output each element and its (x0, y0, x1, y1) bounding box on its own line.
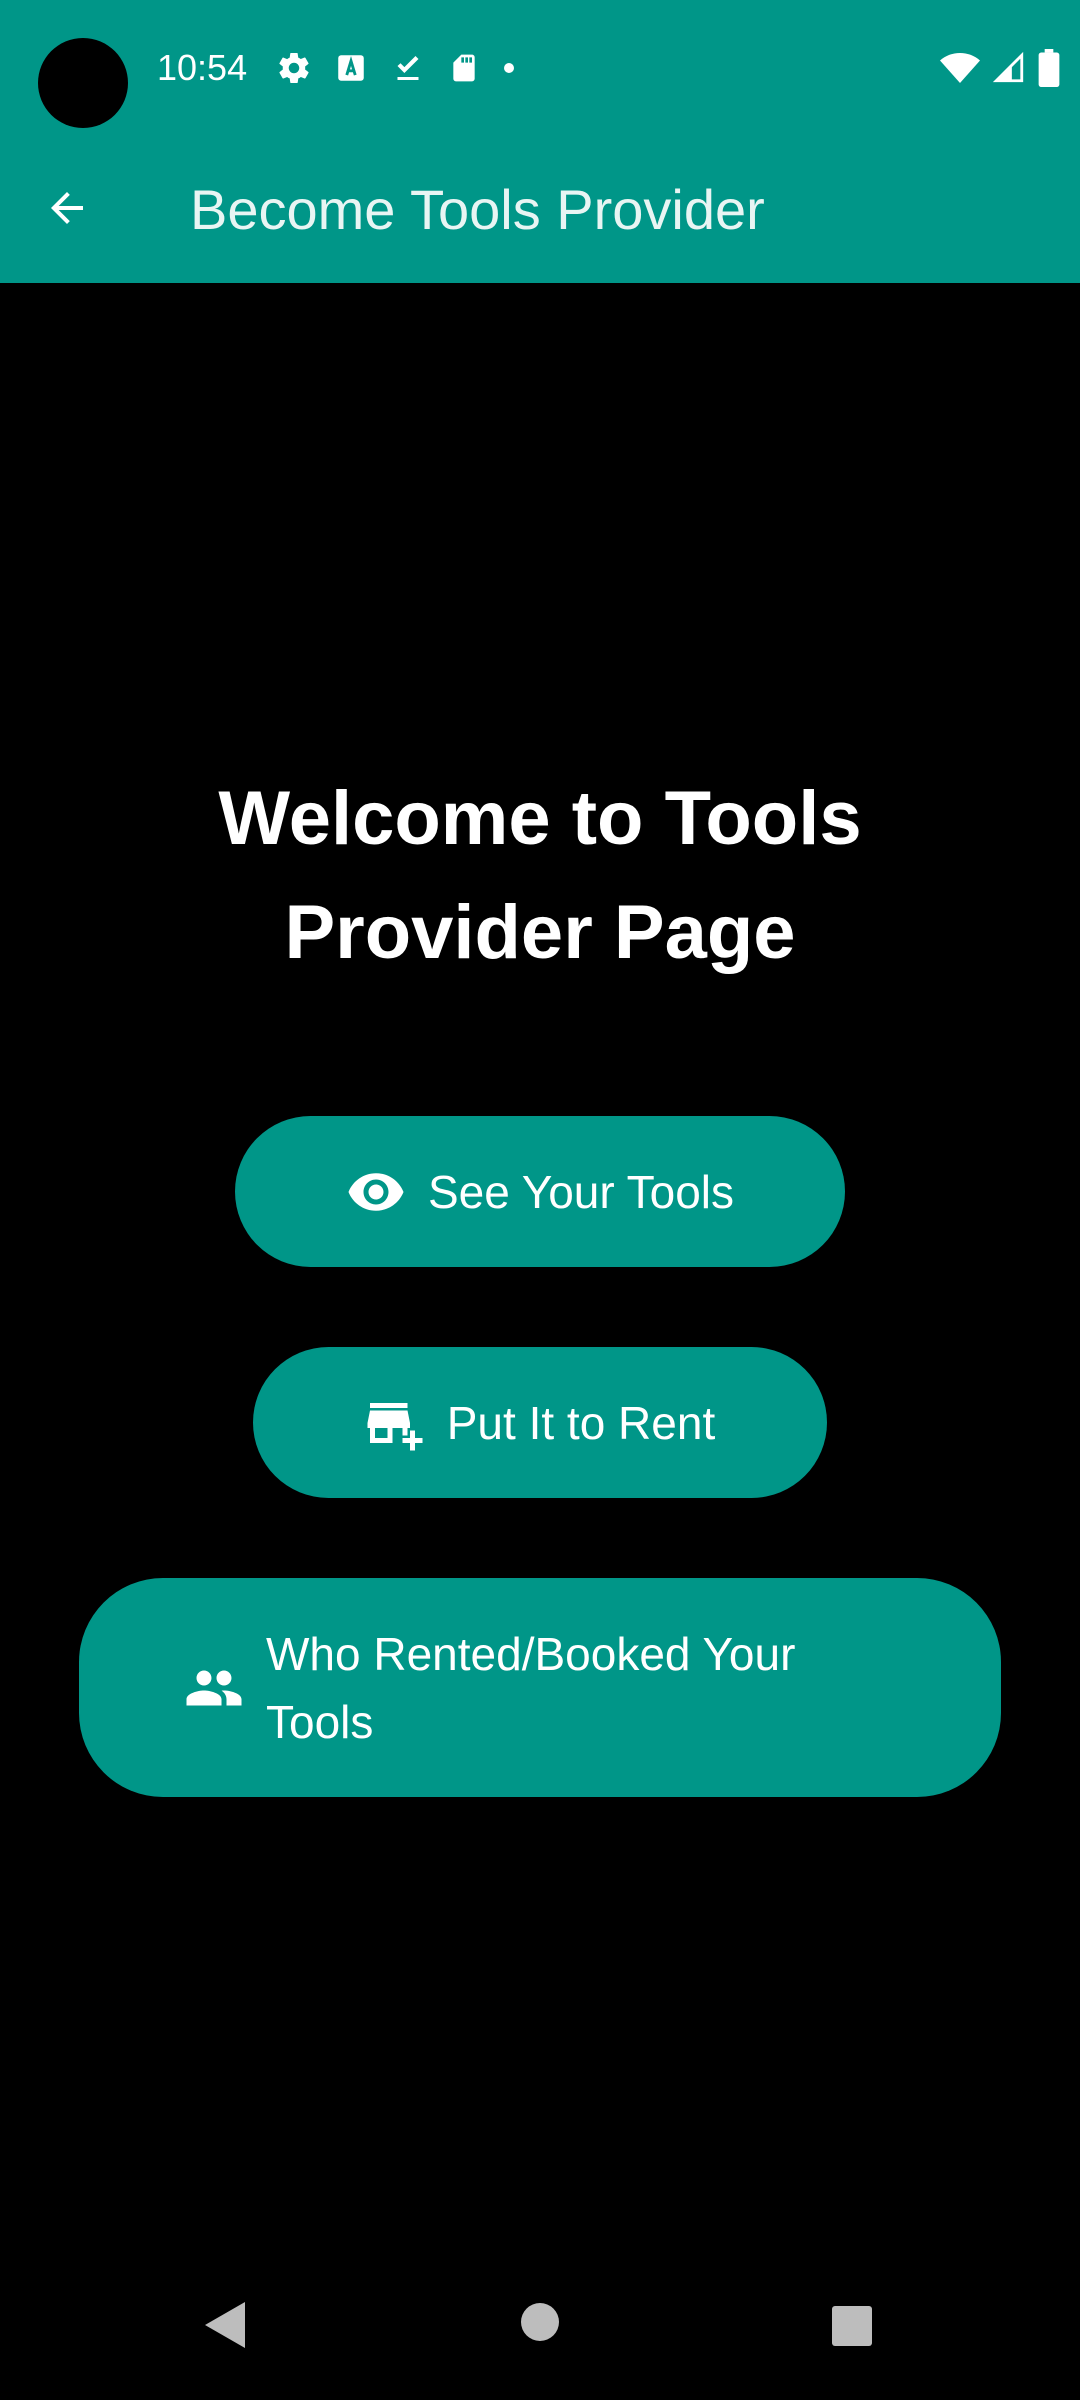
put-it-to-rent-button[interactable]: Put It to Rent (253, 1347, 827, 1498)
put-it-to-rent-label: Put It to Rent (446, 1396, 716, 1449)
notification-dot-icon (502, 61, 516, 75)
status-time: 10:54 (157, 47, 248, 88)
arrow-back-icon (51, 192, 83, 224)
welcome-title: Welcome to Tools Provider Page (218, 776, 862, 975)
system-nav-bar (0, 2270, 1080, 2400)
storefront-add-icon (365, 1393, 425, 1453)
battery-icon (1038, 49, 1060, 87)
status-bar: 10:54 (0, 0, 1080, 135)
who-rented-button[interactable]: Who Rented/Booked Your Tools (79, 1578, 1001, 1797)
eye-icon (346, 1162, 406, 1222)
wifi-icon (940, 51, 980, 85)
app-bar-title: Become Tools Provider (190, 178, 765, 241)
back-button[interactable] (34, 175, 100, 241)
cellular-signal-icon (992, 51, 1026, 85)
status-icons-left (276, 48, 516, 88)
who-rented-label: Who Rented/Booked Your Tools (266, 1627, 796, 1748)
see-your-tools-button[interactable]: See Your Tools (235, 1116, 845, 1267)
nav-recents-icon[interactable] (831, 2305, 873, 2352)
camera-cutout (38, 38, 128, 128)
nav-back-icon[interactable] (203, 2300, 247, 2355)
download-done-icon (390, 50, 426, 86)
nav-home-icon[interactable] (520, 2302, 560, 2347)
status-icons-right (940, 48, 1060, 88)
font-a-icon (334, 51, 368, 85)
sd-card-icon (448, 51, 480, 85)
screen: 10:54 Become Tools Provider Welcome to T… (0, 0, 1080, 2400)
app-bar: Become Tools Provider (0, 135, 1080, 283)
settings-icon (276, 50, 312, 86)
see-your-tools-label: See Your Tools (427, 1165, 735, 1218)
people-icon (184, 1658, 244, 1718)
